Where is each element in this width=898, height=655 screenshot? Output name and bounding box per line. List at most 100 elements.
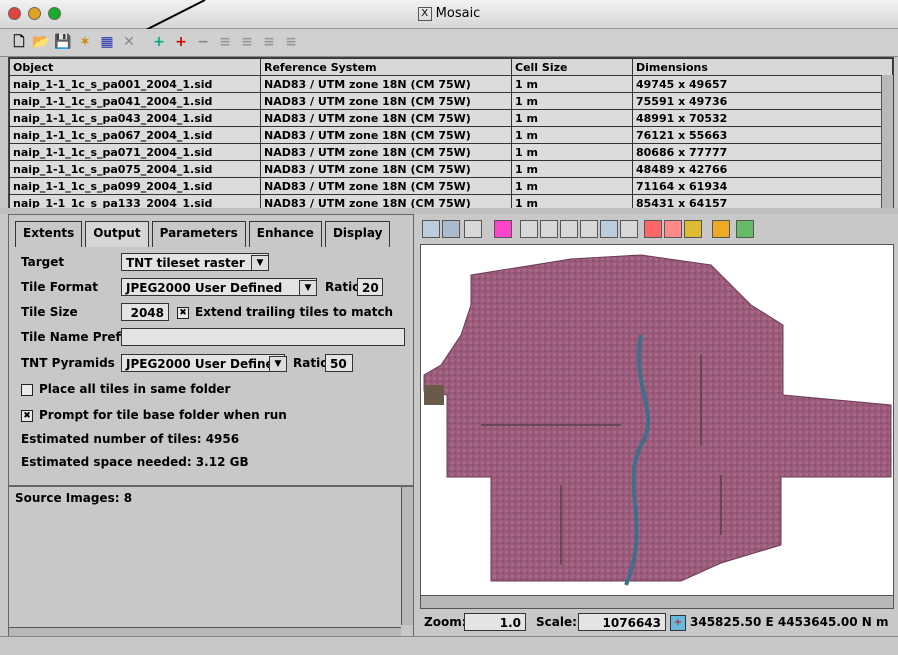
- tab-extents[interactable]: Extents: [15, 221, 83, 247]
- tile-format-select[interactable]: JPEG2000 User Defined: [121, 278, 317, 296]
- source-vscrollbar[interactable]: [401, 487, 413, 625]
- same-folder-row: Place all tiles in same folder: [21, 382, 230, 396]
- add-red-icon[interactable]: +: [172, 33, 190, 51]
- tab-enhance[interactable]: Enhance: [248, 221, 322, 247]
- grid-icon[interactable]: ▦: [98, 33, 116, 51]
- zoom-out-icon[interactable]: [580, 220, 598, 238]
- column-header[interactable]: Object: [9, 58, 261, 76]
- cell-dimensions: 48489 x 42766: [632, 160, 893, 178]
- prefix-input[interactable]: [121, 328, 405, 346]
- same-folder-checkbox[interactable]: [21, 383, 33, 396]
- cell-object: naip_1-1_1c_s_pa099_2004_1.sid: [9, 177, 261, 195]
- tile-ratio-field[interactable]: 20: [357, 278, 383, 296]
- ratio-label: Ratio: [325, 280, 361, 294]
- zoom-full-icon[interactable]: [600, 220, 618, 238]
- tile-size-label: Tile Size: [21, 305, 78, 319]
- cell-refsys: NAD83 / UTM zone 18N (CM 75W): [260, 177, 512, 195]
- edit-icon[interactable]: [684, 220, 702, 238]
- scale-field[interactable]: 1076643: [578, 613, 666, 631]
- cell-size: 1 m: [511, 75, 633, 93]
- tools-icon[interactable]: [712, 220, 730, 238]
- tab-output[interactable]: Output: [85, 221, 149, 247]
- column-header[interactable]: Dimensions: [632, 58, 893, 76]
- cell-dimensions: 49745 x 49657: [632, 75, 893, 93]
- column-header[interactable]: Cell Size: [511, 58, 633, 76]
- delete-icon[interactable]: ✕: [120, 33, 138, 51]
- estimated-space: Estimated space needed: 3.12 GB: [21, 455, 249, 469]
- cell-dimensions: 71164 x 61934: [632, 177, 893, 195]
- cell-refsys: NAD83 / UTM zone 18N (CM 75W): [260, 194, 512, 208]
- crosshair-icon[interactable]: +: [670, 615, 686, 631]
- chevron-down-icon[interactable]: ▼: [299, 280, 317, 296]
- save-icon[interactable]: 💾: [54, 33, 72, 51]
- table-header-row: Object Reference System Cell Size Dimens…: [9, 58, 893, 76]
- full-view-icon[interactable]: [442, 220, 460, 238]
- column-header[interactable]: Reference System: [260, 58, 512, 76]
- move-top-icon[interactable]: ≡: [260, 33, 278, 51]
- tile-size-field[interactable]: 2048: [121, 303, 169, 321]
- prompt-row: ✖ Prompt for tile base folder when run: [21, 408, 287, 422]
- bottom-status-bar: [0, 636, 898, 655]
- open-folder-icon[interactable]: 📂: [32, 33, 50, 51]
- table-row[interactable]: naip_1-1_1c_s_pa067_2004_1.sid NAD83 / UT…: [9, 126, 893, 144]
- zoom-in-icon[interactable]: [560, 220, 578, 238]
- extend-label: Extend trailing tiles to match: [195, 305, 394, 319]
- remove-icon[interactable]: −: [194, 33, 212, 51]
- chevron-down-icon[interactable]: ▼: [251, 255, 269, 271]
- table-row[interactable]: naip_1-1_1c_s_pa133_2004_1.sid NAD83 / UT…: [9, 194, 893, 208]
- target-red-icon[interactable]: [664, 220, 682, 238]
- estimated-tiles: Estimated number of tiles: 4956: [21, 432, 240, 446]
- move-down-icon[interactable]: ≡: [238, 33, 256, 51]
- table-row[interactable]: naip_1-1_1c_s_pa099_2004_1.sid NAD83 / UT…: [9, 177, 893, 195]
- box-icon[interactable]: [464, 220, 482, 238]
- map-view[interactable]: [420, 244, 894, 596]
- layer-icon[interactable]: [736, 220, 754, 238]
- move-up-icon[interactable]: ≡: [216, 33, 234, 51]
- prompt-checkbox[interactable]: ✖: [21, 409, 33, 422]
- zoom-box-icon[interactable]: [540, 220, 558, 238]
- cell-dimensions: 76121 x 55663: [632, 126, 893, 144]
- pyramids-select[interactable]: JPEG2000 User Defined: [121, 354, 285, 372]
- pan-icon[interactable]: [520, 220, 538, 238]
- tab-bar: Extents Output Parameters Enhance Displa…: [15, 221, 393, 247]
- table-row[interactable]: naip_1-1_1c_s_pa041_2004_1.sid NAD83 / UT…: [9, 92, 893, 110]
- cell-refsys: NAD83 / UTM zone 18N (CM 75W): [260, 92, 512, 110]
- window-title: Mosaic: [435, 6, 481, 21]
- cell-size: 1 m: [511, 143, 633, 161]
- cell-object: naip_1-1_1c_s_pa041_2004_1.sid: [9, 92, 261, 110]
- table-row[interactable]: naip_1-1_1c_s_pa001_2004_1.sid NAD83 / UT…: [9, 75, 893, 93]
- wizard-icon[interactable]: ✶: [76, 33, 94, 51]
- extend-checkbox[interactable]: ✖: [177, 306, 189, 319]
- coordinates-readout: 345825.50 E 4453645.00 N m: [690, 615, 889, 629]
- pyramids-ratio-field[interactable]: 50: [325, 354, 353, 372]
- cell-object: naip_1-1_1c_s_pa043_2004_1.sid: [9, 109, 261, 127]
- cell-size: 1 m: [511, 160, 633, 178]
- cell-refsys: NAD83 / UTM zone 18N (CM 75W): [260, 75, 512, 93]
- zoom-red-icon[interactable]: [644, 220, 662, 238]
- redraw-icon[interactable]: [422, 220, 440, 238]
- move-bottom-icon[interactable]: ≡: [282, 33, 300, 51]
- source-images-text: Source Images: 8: [15, 491, 133, 505]
- table-row[interactable]: naip_1-1_1c_s_pa043_2004_1.sid NAD83 / UT…: [9, 109, 893, 127]
- cell-size: 1 m: [511, 194, 633, 208]
- legend-icon[interactable]: [494, 220, 512, 238]
- chevron-down-icon[interactable]: ▼: [269, 356, 287, 372]
- tab-display[interactable]: Display: [324, 221, 391, 247]
- pyramids-label: TNT Pyramids: [21, 356, 115, 370]
- zoom-extent-icon[interactable]: [620, 220, 638, 238]
- map-hscrollbar[interactable]: [420, 595, 894, 609]
- add-icon[interactable]: +: [150, 33, 168, 51]
- table-row[interactable]: naip_1-1_1c_s_pa071_2004_1.sid NAD83 / UT…: [9, 143, 893, 161]
- settings-panel: Extents Output Parameters Enhance Displa…: [8, 214, 414, 486]
- table-row[interactable]: naip_1-1_1c_s_pa075_2004_1.sid NAD83 / UT…: [9, 160, 893, 178]
- target-select[interactable]: TNT tileset raster: [121, 253, 269, 271]
- tab-parameters[interactable]: Parameters: [151, 221, 246, 247]
- x11-icon: X: [417, 6, 432, 21]
- new-icon[interactable]: 🗋: [10, 33, 28, 51]
- cell-object: naip_1-1_1c_s_pa001_2004_1.sid: [9, 75, 261, 93]
- list-scrollbar[interactable]: [881, 75, 893, 208]
- target-select-value: TNT tileset raster: [126, 256, 245, 270]
- cell-size: 1 m: [511, 92, 633, 110]
- cell-object: naip_1-1_1c_s_pa075_2004_1.sid: [9, 160, 261, 178]
- zoom-field[interactable]: 1.0: [464, 613, 526, 631]
